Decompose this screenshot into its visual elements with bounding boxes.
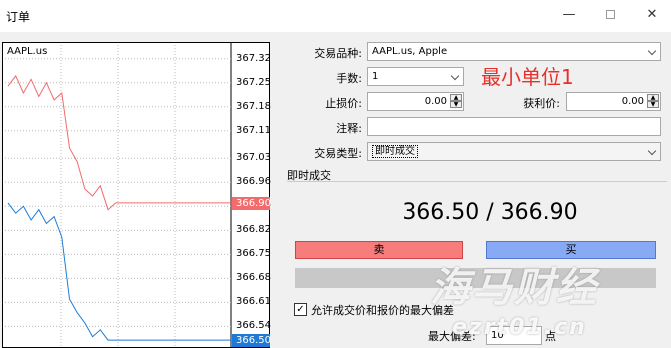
order-dialog: 订单 — ✕ AAPL.us 367.32 367.25 367.18 367.11 3… bbox=[0, 0, 671, 348]
stop-loss-label: 止损价: bbox=[325, 97, 362, 110]
comment-label: 注释: bbox=[336, 122, 362, 135]
status-bar bbox=[295, 268, 656, 288]
volume-label: 手数: bbox=[336, 72, 362, 85]
order-type-select[interactable]: 即时成交 bbox=[367, 142, 661, 161]
symbol-select[interactable]: AAPL.us, Apple bbox=[367, 42, 661, 61]
ask-price-tag: 366.90 bbox=[232, 196, 271, 210]
take-profit-label: 获利价: bbox=[523, 97, 560, 110]
maximize-icon bbox=[605, 10, 615, 19]
take-profit-field[interactable]: 0.00 ▲ ▼ bbox=[566, 92, 661, 111]
y-tick-label: 367.32 bbox=[236, 52, 271, 64]
y-tick-label: 366.82 bbox=[236, 224, 271, 236]
stop-loss-field[interactable]: 0.00 ▲ ▼ bbox=[367, 92, 464, 111]
minimize-button[interactable]: — bbox=[559, 6, 579, 24]
spin-up-icon[interactable]: ▲ bbox=[450, 94, 462, 101]
chart-symbol: AAPL.us bbox=[7, 46, 48, 57]
y-tick-label: 366.54 bbox=[236, 320, 271, 332]
allow-deviation-label: 允许成交价和报价的最大偏差 bbox=[311, 304, 454, 317]
annotation-min-unit: 最小单位1 bbox=[481, 65, 574, 89]
max-deviation-input[interactable]: 10 bbox=[486, 326, 542, 345]
window-title: 订单 bbox=[6, 10, 31, 24]
allow-deviation-checkbox[interactable]: ✓ bbox=[294, 303, 307, 316]
maximize-button[interactable] bbox=[600, 6, 620, 24]
y-tick-label: 366.68 bbox=[236, 272, 271, 284]
volume-select[interactable]: 1 bbox=[367, 67, 464, 86]
bid-ask-quote: 366.50 / 366.90 bbox=[402, 200, 578, 225]
tick-chart: AAPL.us 367.32 367.25 367.18 367.11 367.03 36… bbox=[2, 42, 271, 348]
bid-price-tag: 366.50 bbox=[232, 334, 271, 348]
section-divider bbox=[287, 181, 667, 182]
spin-down-icon[interactable]: ▼ bbox=[450, 101, 462, 108]
stop-loss-spinner[interactable]: ▲ ▼ bbox=[450, 94, 462, 109]
y-tick-label: 366.96 bbox=[236, 176, 271, 188]
take-profit-spinner[interactable]: ▲ ▼ bbox=[647, 94, 659, 109]
chart-plot bbox=[5, 43, 232, 348]
order-type-value: 即时成交 bbox=[372, 145, 418, 158]
close-button[interactable]: ✕ bbox=[642, 6, 662, 24]
order-type-label: 交易类型: bbox=[314, 147, 362, 160]
y-tick-label: 367.25 bbox=[236, 76, 271, 88]
y-tick-label: 366.75 bbox=[236, 248, 271, 260]
buy-button[interactable]: 买 bbox=[486, 241, 656, 259]
y-tick-label: 367.11 bbox=[236, 124, 271, 136]
spin-down-icon[interactable]: ▼ bbox=[647, 101, 659, 108]
y-tick-label: 367.18 bbox=[236, 100, 271, 112]
stop-loss-value: 0.00 bbox=[424, 96, 447, 107]
title-bar: 订单 — ✕ bbox=[0, 0, 671, 32]
spin-up-icon[interactable]: ▲ bbox=[647, 94, 659, 101]
comment-input[interactable] bbox=[367, 117, 661, 136]
max-deviation-label: 最大偏差: bbox=[428, 330, 476, 343]
y-tick-label: 367.03 bbox=[236, 152, 271, 164]
symbol-label: 交易品种: bbox=[314, 47, 362, 60]
bid-price-line bbox=[7, 202, 231, 341]
points-label: 点 bbox=[545, 330, 556, 343]
y-tick-label: 366.61 bbox=[236, 296, 271, 308]
take-profit-value: 0.00 bbox=[621, 96, 644, 107]
ask-price-line bbox=[7, 74, 231, 211]
sell-button[interactable]: 卖 bbox=[295, 241, 463, 259]
